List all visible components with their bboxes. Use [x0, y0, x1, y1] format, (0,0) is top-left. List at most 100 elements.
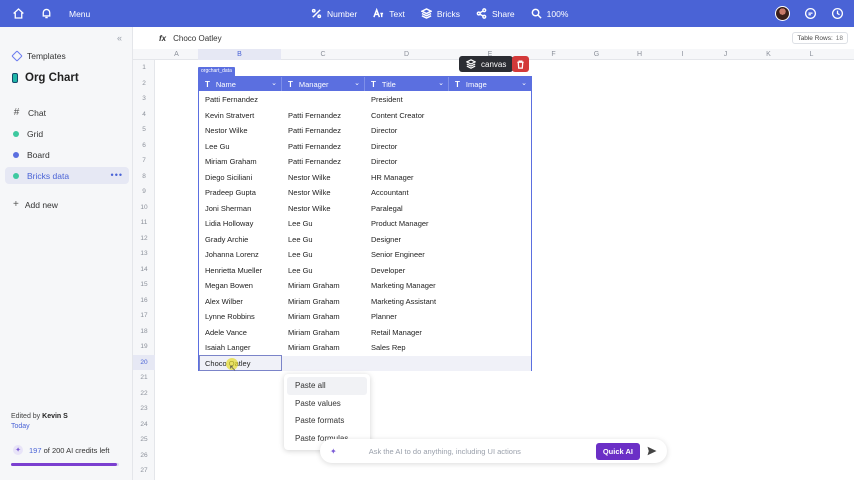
column-header-k[interactable]: K [747, 49, 790, 60]
add-new-button[interactable]: + Add new [13, 199, 58, 210]
table-cell[interactable]: Patti Fernandez [282, 154, 365, 170]
table-row[interactable]: Joni Sherman Nestor Wilke Paralegal [199, 201, 531, 217]
row-header-24[interactable]: 24 [133, 417, 155, 433]
row-header-16[interactable]: 16 [133, 293, 155, 309]
column-header-c[interactable]: C [281, 49, 365, 60]
row-header-13[interactable]: 13 [133, 246, 155, 262]
table-cell[interactable]: Marketing Manager [365, 278, 449, 294]
number-format-button[interactable]: Number [311, 8, 357, 19]
column-header-g[interactable]: G [575, 49, 618, 60]
table-cell[interactable]: Developer [365, 263, 449, 279]
table-cell[interactable]: Nestor Wilke [282, 170, 365, 186]
table-row[interactable]: Lidia Holloway Lee Gu Product Manager [199, 216, 531, 232]
table-cell[interactable]: Miriam Graham [282, 325, 365, 341]
table-cell[interactable]: Alex Wilber [199, 294, 282, 310]
header-name[interactable]: T Name ⌄ [199, 77, 282, 91]
column-header-h[interactable]: H [618, 49, 661, 60]
quick-ai-button[interactable]: Quick AI [595, 442, 640, 460]
table-cell[interactable]: Patti Fernandez [199, 92, 282, 108]
more-options-icon[interactable]: ••• [111, 170, 123, 180]
row-header-4[interactable]: 4 [133, 107, 155, 123]
chevron-down-icon[interactable]: ⌄ [354, 79, 360, 87]
table-row[interactable]: Grady Archie Lee Gu Designer [199, 232, 531, 248]
table-row[interactable]: Lynne Robbins Miriam Graham Planner [199, 309, 531, 325]
collapse-sidebar-icon[interactable]: « [117, 33, 122, 43]
table-cell[interactable]: Patti Fernandez [282, 139, 365, 155]
column-header-l[interactable]: L [790, 49, 833, 60]
row-header-12[interactable]: 12 [133, 231, 155, 247]
chat-bubble-icon[interactable] [803, 7, 817, 21]
row-header-18[interactable]: 18 [133, 324, 155, 340]
table-cell[interactable] [449, 92, 531, 108]
sidebar-item-board[interactable]: Board [5, 146, 129, 163]
sidebar-item-grid[interactable]: Grid [5, 125, 129, 142]
row-header-10[interactable]: 10 [133, 200, 155, 216]
share-button[interactable]: Share [476, 8, 515, 19]
table-cell[interactable]: Adele Vance [199, 325, 282, 341]
table-row[interactable]: Megan Bowen Miriam Graham Marketing Manage… [199, 278, 531, 294]
table-cell[interactable]: Lee Gu [282, 216, 365, 232]
table-cell[interactable] [449, 154, 531, 170]
paste-all-item[interactable]: Paste all [287, 377, 367, 395]
formula-input[interactable]: Choco Oatley [173, 34, 221, 43]
row-header-7[interactable]: 7 [133, 153, 155, 169]
clock-icon[interactable] [830, 7, 844, 21]
table-cell[interactable]: Miriam Graham [282, 309, 365, 325]
sidebar-item-chat[interactable]: # Chat [5, 104, 129, 121]
column-header-a[interactable]: A [155, 49, 198, 60]
chevron-down-icon[interactable]: ⌄ [438, 79, 444, 87]
table-cell[interactable]: Miriam Graham [282, 294, 365, 310]
bell-icon[interactable] [39, 7, 53, 21]
table-cell[interactable]: Paralegal [365, 201, 449, 217]
table-row[interactable]: Isaiah Langer Miriam Graham Sales Rep [199, 340, 531, 356]
table-cell[interactable]: Director [365, 123, 449, 139]
table-row[interactable]: Alex Wilber Miriam Graham Marketing Assist… [199, 294, 531, 310]
zoom-button[interactable]: 100% [531, 8, 568, 19]
canvas-button[interactable]: canvas [459, 56, 514, 72]
table-row[interactable]: Henrietta Mueller Lee Gu Developer [199, 263, 531, 279]
table-cell[interactable]: Sales Rep [365, 340, 449, 356]
row-header-27[interactable]: 27 [133, 463, 155, 479]
table-cell[interactable]: Kevin Stratvert [199, 108, 282, 124]
table-cell[interactable]: Designer [365, 232, 449, 248]
text-format-button[interactable]: Text [373, 8, 405, 19]
table-cell[interactable] [449, 201, 531, 217]
ai-prompt-input[interactable]: Ask the AI to do anything, including UI … [369, 447, 596, 456]
column-header-b[interactable]: B [198, 49, 281, 60]
table-cell[interactable]: Nestor Wilke [282, 185, 365, 201]
table-cell[interactable] [449, 139, 531, 155]
table-row[interactable]: Lee Gu Patti Fernandez Director [199, 139, 531, 155]
table-row[interactable]: Nestor Wilke Patti Fernandez Director [199, 123, 531, 139]
column-header-i[interactable]: I [661, 49, 704, 60]
chevron-down-icon[interactable]: ⌄ [521, 79, 527, 87]
table-row[interactable]: Kevin Stratvert Patti Fernandez Content Cr… [199, 108, 531, 124]
table-row[interactable]: Johanna Lorenz Lee Gu Senior Engineer [199, 247, 531, 263]
table-cell[interactable]: Planner [365, 309, 449, 325]
row-header-6[interactable]: 6 [133, 138, 155, 154]
send-icon[interactable] [646, 445, 658, 457]
table-cell[interactable]: Miriam Graham [199, 154, 282, 170]
table-cell[interactable]: President [365, 92, 449, 108]
row-header-11[interactable]: 11 [133, 215, 155, 231]
table-cell[interactable]: Lee Gu [282, 247, 365, 263]
table-cell[interactable] [365, 356, 449, 372]
header-title[interactable]: T Title ⌄ [365, 77, 449, 91]
table-cell[interactable] [282, 356, 365, 372]
table-cell[interactable]: Megan Bowen [199, 278, 282, 294]
menu-button[interactable]: Menu [69, 9, 90, 19]
table-row[interactable]: Pradeep Gupta Nestor Wilke Accountant [199, 185, 531, 201]
row-header-19[interactable]: 19 [133, 339, 155, 355]
table-cell[interactable]: Lynne Robbins [199, 309, 282, 325]
row-header-1[interactable]: 1 [133, 60, 155, 76]
table-cell[interactable]: Henrietta Mueller [199, 263, 282, 279]
table-cell[interactable]: Patti Fernandez [282, 108, 365, 124]
row-header-17[interactable]: 17 [133, 308, 155, 324]
table-cell[interactable]: Miriam Graham [282, 340, 365, 356]
row-header-20[interactable]: 20 [133, 354, 155, 370]
table-cell[interactable]: Miriam Graham [282, 278, 365, 294]
table-cell[interactable]: Grady Archie [199, 232, 282, 248]
sidebar-item-bricks-data[interactable]: Bricks data ••• [5, 167, 129, 184]
table-cell[interactable] [449, 263, 531, 279]
table-cell[interactable] [449, 247, 531, 263]
chevron-down-icon[interactable]: ⌄ [271, 79, 277, 87]
